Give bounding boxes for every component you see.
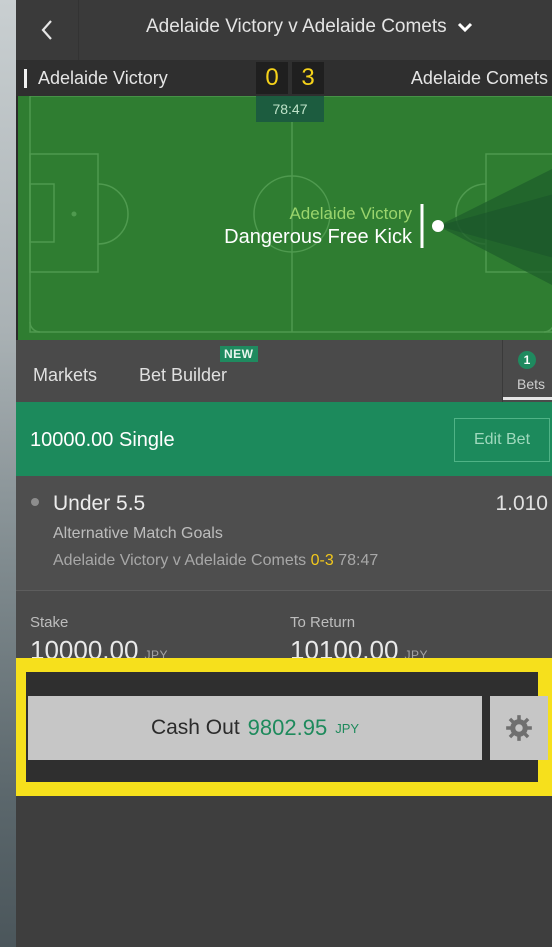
match-selector[interactable]: Adelaide Victory v Adelaide Comets [146, 16, 473, 38]
back-button[interactable] [16, 0, 79, 60]
background-strip [0, 0, 16, 947]
selection-status-dot [31, 498, 39, 506]
stake-label: Stake [30, 614, 69, 631]
match-header: Adelaide Victory v Adelaide Comets [16, 0, 552, 60]
selection-odds: 1.010 [495, 492, 548, 515]
event-score: 0-3 [310, 552, 334, 569]
match-title: Adelaide Victory v Adelaide Comets [146, 16, 447, 37]
active-tab-indicator [503, 397, 552, 400]
chevron-left-icon [41, 20, 52, 40]
tab-bets[interactable]: 1 Bets [502, 340, 552, 402]
cash-out-label: Cash Out [150, 716, 240, 739]
cash-out-button[interactable]: Cash Out 9802.95 JPY [28, 696, 482, 760]
match-tracker-pitch: Adelaide Victory Dangerous Free Kick [16, 96, 552, 340]
cash-out-currency: JPY [335, 720, 360, 736]
bet-title: 10000.00 Single [30, 429, 175, 451]
edit-bet-button[interactable]: Edit Bet [454, 418, 550, 462]
app-screen: Adelaide Victory v Adelaide Comets Adela… [16, 0, 552, 947]
event-description: Dangerous Free Kick [224, 226, 412, 248]
selection-market: Alternative Match Goals [53, 525, 223, 542]
pitch-graphic [18, 96, 552, 340]
event-name: Adelaide Victory v Adelaide Comets [53, 552, 307, 569]
gear-icon [506, 715, 532, 741]
cash-out-amount: 9802.95 [247, 715, 328, 740]
away-score: 3 [292, 62, 324, 94]
empty-area [16, 796, 552, 947]
scoreboard: Adelaide Victory 0 3 Adelaide Comets [16, 60, 552, 96]
bets-count-badge: 1 [518, 351, 536, 369]
event-time: 78:47 [338, 552, 379, 569]
away-team-name: Adelaide Comets [410, 68, 548, 88]
cash-out-highlight: Cash Out 9802.95 JPY [16, 658, 552, 796]
return-label: To Return [290, 614, 356, 631]
chevron-down-icon [457, 22, 472, 32]
home-score: 0 [256, 62, 288, 94]
tab-bet-builder[interactable]: Bet Builder [139, 365, 227, 386]
new-badge: NEW [220, 346, 258, 362]
home-team-name: Adelaide Victory [24, 69, 168, 88]
bet-selection: Under 5.5 1.010 Alternative Match Goals … [16, 476, 552, 591]
tab-markets[interactable]: Markets [33, 365, 97, 386]
selection-name: Under 5.5 [53, 492, 146, 515]
bets-label: Bets [517, 376, 546, 392]
event-team: Adelaide Victory [289, 204, 412, 223]
tab-bar: Markets Bet Builder NEW 1 Bets [16, 340, 552, 402]
match-clock: 78:47 [256, 96, 324, 122]
ball-icon [432, 220, 444, 232]
cash-out-settings-button[interactable] [490, 696, 548, 760]
bet-header: 10000.00 Single Edit Bet [16, 402, 552, 476]
stake-area: Stake 10000.00 JPY To Return 10100.00 JPY [16, 591, 552, 666]
selection-event: Adelaide Victory v Adelaide Comets 0-3 7… [53, 552, 378, 570]
